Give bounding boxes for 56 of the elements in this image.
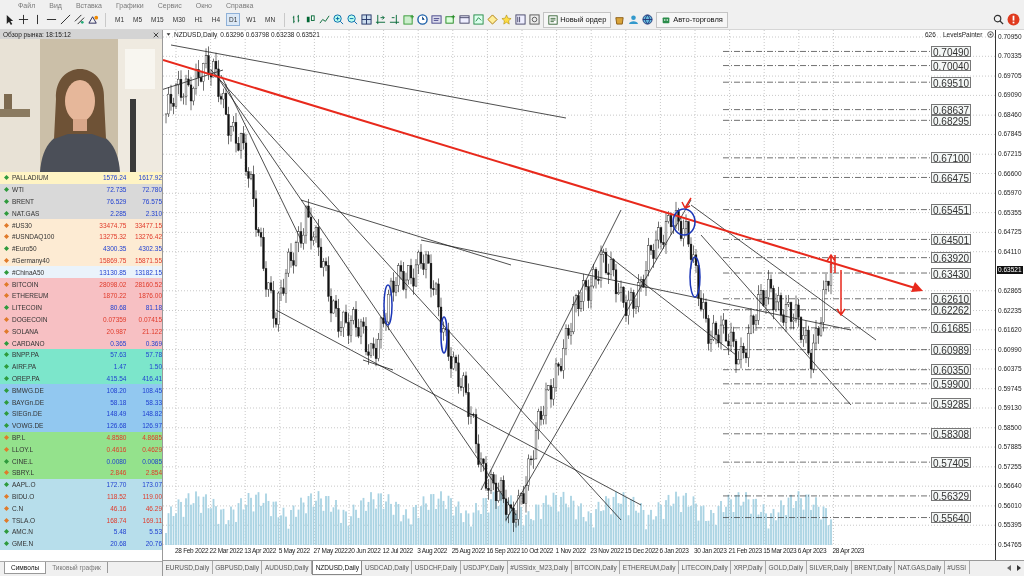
level-label: 0.64501 — [931, 233, 972, 245]
scroll-left-icon[interactable] — [1006, 564, 1012, 572]
level-label: 0.65451 — [931, 204, 972, 216]
terminal-icon[interactable] — [515, 14, 527, 25]
zoom-in-icon[interactable] — [333, 14, 345, 25]
level-label: 0.61685 — [931, 322, 972, 334]
indicator-icon[interactable] — [403, 14, 415, 25]
line-chart-icon[interactable] — [319, 14, 331, 25]
bag-icon[interactable] — [614, 14, 626, 25]
settings-icon[interactable] — [987, 31, 994, 38]
up-diamond-icon — [4, 305, 9, 311]
level-label: 0.60350 — [931, 364, 972, 376]
scroll-right-icon[interactable] — [1016, 564, 1022, 572]
up-diamond-icon — [4, 458, 9, 464]
level-label: 0.70490 — [931, 45, 972, 57]
level-label: 0.63920 — [931, 252, 972, 264]
star-icon[interactable] — [501, 14, 513, 25]
template-icon[interactable] — [431, 14, 443, 25]
up-diamond-icon — [4, 199, 9, 204]
level-label: 0.70040 — [931, 60, 972, 72]
level-label: 0.57405 — [931, 456, 972, 468]
window-icon[interactable] — [459, 14, 471, 25]
new-chart-icon[interactable] — [445, 14, 457, 25]
up-diamond-icon — [4, 482, 9, 488]
level-label: 0.68295 — [931, 114, 972, 126]
level-label: 0.58308 — [931, 428, 972, 440]
order-icon — [548, 14, 559, 25]
level-label: 0.59900 — [931, 378, 972, 390]
level-label: 0.69510 — [931, 76, 972, 88]
up-diamond-icon — [4, 246, 9, 252]
dropdown-icon[interactable] — [166, 32, 171, 37]
level-label: 0.59285 — [931, 397, 972, 409]
candles-icon[interactable] — [305, 14, 317, 25]
up-diamond-icon — [4, 269, 9, 275]
shapes-icon[interactable] — [88, 14, 99, 25]
globe-icon[interactable] — [642, 14, 654, 25]
zoom-out-icon[interactable] — [347, 14, 359, 25]
level-label: 0.67100 — [931, 152, 972, 164]
level-label: 0.56329 — [931, 490, 972, 502]
level-label: 0.60989 — [931, 344, 972, 356]
level-label: 0.63430 — [931, 267, 972, 279]
search-icon[interactable] — [993, 14, 1004, 25]
grid-icon[interactable] — [361, 14, 373, 25]
level-label: 0.62262 — [931, 304, 972, 316]
channel-icon[interactable] — [74, 14, 85, 25]
alert-icon[interactable] — [1007, 13, 1020, 26]
level-label: 0.66475 — [931, 171, 972, 183]
crosshair-icon[interactable] — [18, 14, 29, 25]
close-icon[interactable] — [153, 31, 159, 38]
clock-icon[interactable] — [417, 14, 429, 25]
down-diamond-icon — [4, 257, 9, 263]
scroll-icon[interactable] — [375, 14, 387, 25]
trend-line-icon[interactable] — [60, 14, 71, 25]
level-label: 0.55640 — [931, 512, 972, 524]
cursor-icon[interactable] — [4, 14, 15, 25]
down-diamond-icon — [4, 470, 9, 476]
